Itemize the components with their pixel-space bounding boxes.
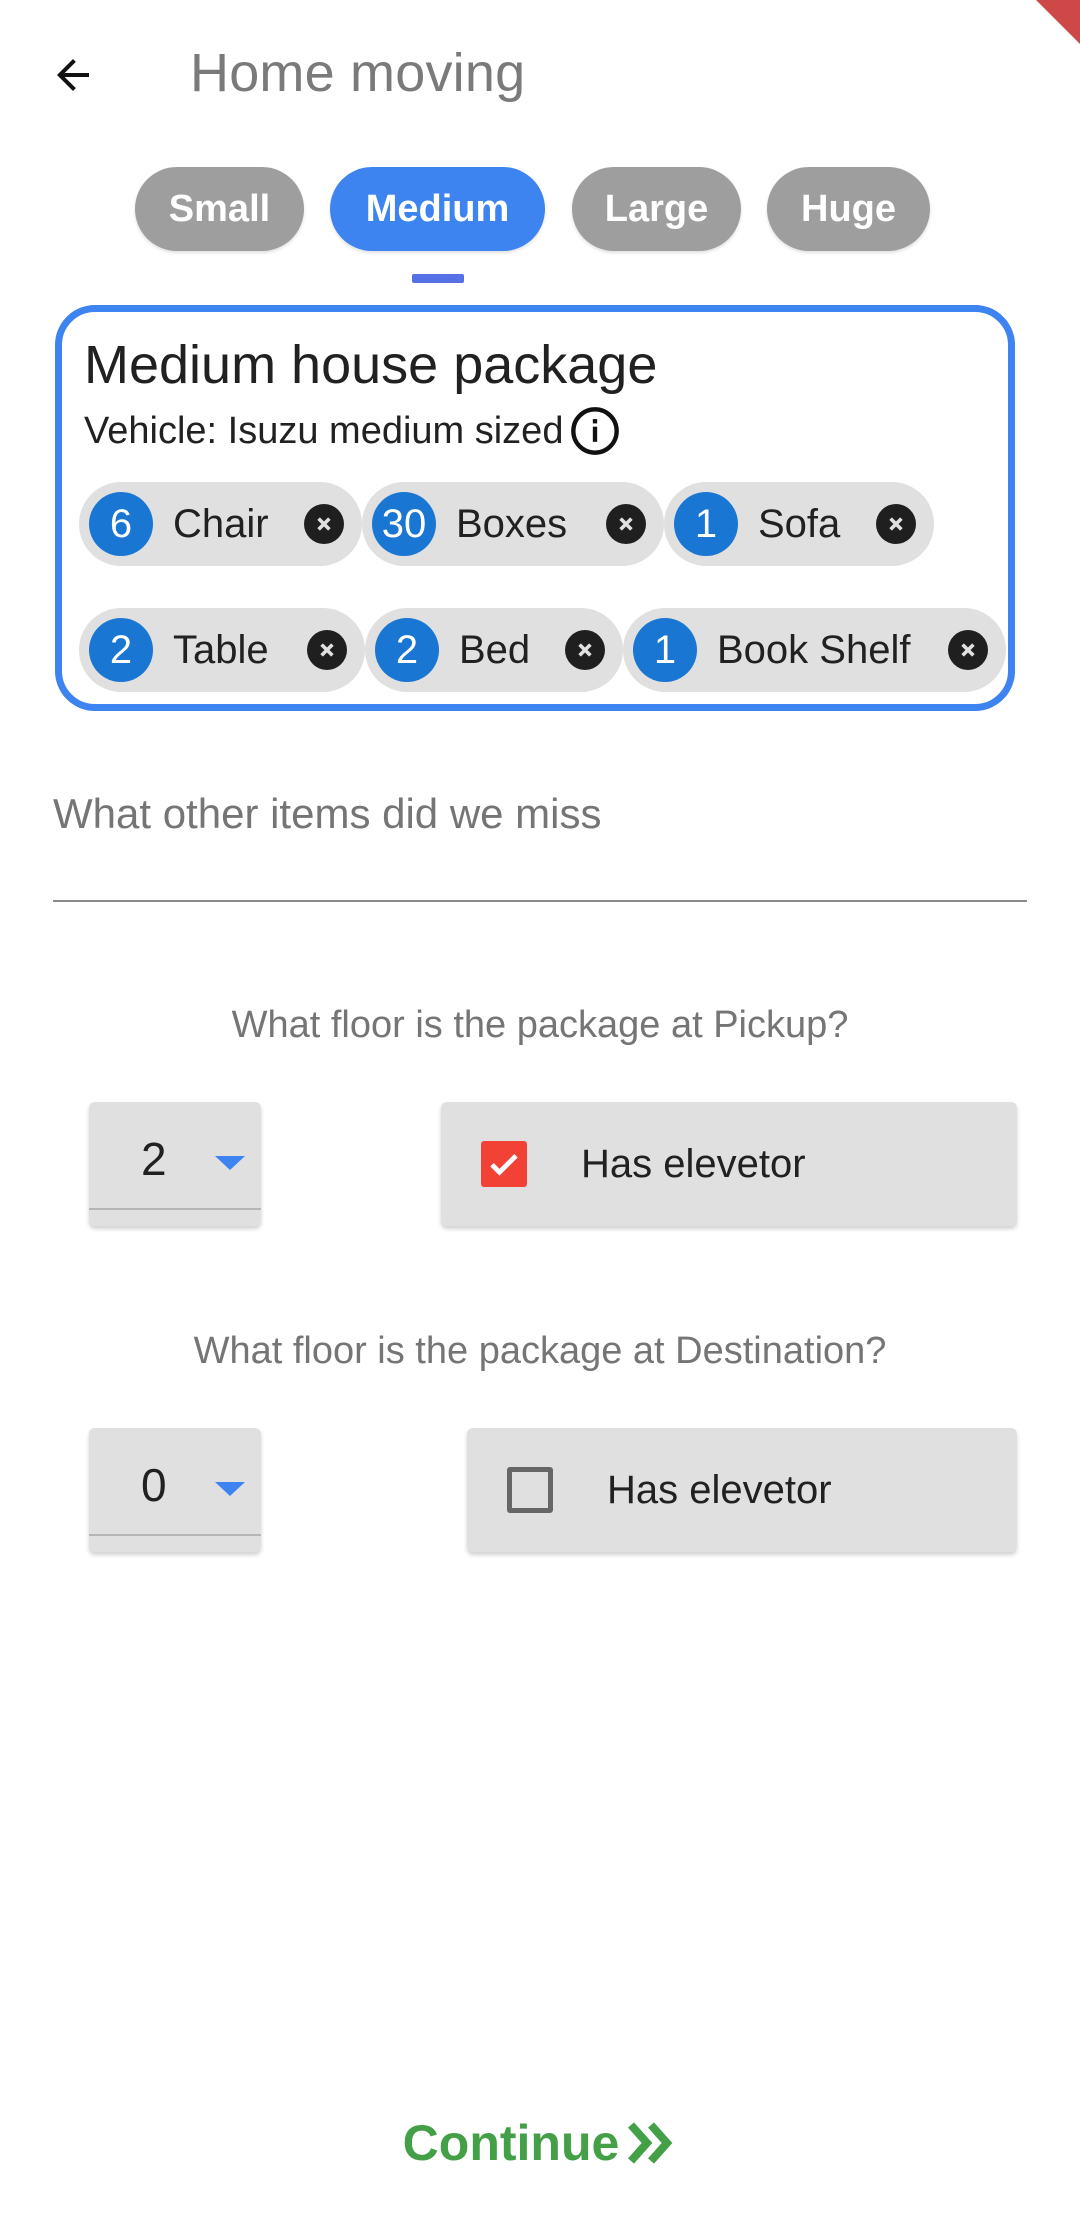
checkmark-icon	[490, 1154, 518, 1176]
chip-count: 1	[674, 492, 738, 556]
tab-huge[interactable]: Huge	[767, 167, 930, 251]
destination-elevator-label: Has elevetor	[607, 1467, 832, 1512]
chip-count: 6	[89, 492, 153, 556]
remove-icon[interactable]	[304, 504, 344, 544]
pickup-elevator-checkbox[interactable]	[481, 1141, 527, 1187]
destination-elevator-checkbox[interactable]	[507, 1467, 553, 1513]
remove-icon[interactable]	[948, 630, 988, 670]
destination-question: What floor is the package at Destination…	[193, 1330, 887, 1372]
dropdown-arrow-icon	[215, 1156, 245, 1170]
chip-label: Book Shelf	[717, 627, 911, 672]
chip-label: Boxes	[456, 501, 568, 546]
other-items-input[interactable]	[53, 778, 1027, 850]
chip-label: Bed	[459, 627, 531, 672]
tab-small[interactable]: Small	[135, 167, 304, 251]
size-tabs: Small Medium Large Huge	[0, 167, 1080, 287]
destination-floor-value: 0	[141, 1459, 167, 1511]
pickup-question: What floor is the package at Pickup?	[231, 1004, 849, 1046]
info-icon[interactable]	[569, 405, 621, 457]
package-card: Medium house package Vehicle: Isuzu medi…	[55, 305, 1015, 711]
chip-count: 30	[372, 492, 436, 556]
remove-icon[interactable]	[606, 504, 646, 544]
tab-indicator	[412, 274, 464, 283]
dropdown-arrow-icon	[215, 1482, 245, 1496]
vehicle-info: Vehicle: Isuzu medium sized	[84, 405, 621, 457]
item-chip-book-shelf[interactable]: 1 Book Shelf	[623, 608, 1006, 692]
chip-label: Sofa	[758, 501, 841, 546]
chip-count: 2	[89, 618, 153, 682]
item-chip-sofa[interactable]: 1 Sofa	[664, 482, 934, 566]
chip-label: Table	[173, 627, 269, 672]
other-items-field	[53, 778, 1027, 902]
pickup-elevator-toggle[interactable]: Has elevetor	[441, 1102, 1017, 1226]
chip-count: 1	[633, 618, 697, 682]
back-button[interactable]	[38, 40, 108, 110]
remove-icon[interactable]	[565, 630, 605, 670]
page-title: Home moving	[190, 43, 526, 103]
destination-floor-dropdown[interactable]: 0	[89, 1428, 261, 1552]
continue-label: Continue	[402, 2115, 620, 2171]
double-chevron-right-icon	[628, 2122, 673, 2164]
arrow-left-icon	[57, 59, 89, 91]
continue-button[interactable]: Continue	[0, 2108, 1080, 2178]
pickup-floor-dropdown[interactable]: 2	[89, 1102, 261, 1226]
remove-icon[interactable]	[876, 504, 916, 544]
dropdown-underline	[89, 1534, 261, 1536]
item-chip-bed[interactable]: 2 Bed	[365, 608, 623, 692]
vehicle-label: Vehicle: Isuzu medium sized	[84, 410, 564, 452]
destination-elevator-toggle[interactable]: Has elevetor	[467, 1428, 1017, 1552]
tab-medium[interactable]: Medium	[330, 167, 545, 251]
item-chip-table[interactable]: 2 Table	[79, 608, 365, 692]
chip-label: Chair	[173, 501, 269, 546]
item-chip-chair[interactable]: 6 Chair	[79, 482, 362, 566]
chip-count: 2	[375, 618, 439, 682]
item-chip-boxes[interactable]: 30 Boxes	[362, 482, 664, 566]
pickup-elevator-label: Has elevetor	[581, 1141, 806, 1186]
pickup-floor-value: 2	[141, 1133, 167, 1185]
package-title: Medium house package	[84, 335, 658, 395]
remove-icon[interactable]	[307, 630, 347, 670]
dropdown-underline	[89, 1208, 261, 1210]
tab-large[interactable]: Large	[572, 167, 741, 251]
app-bar: Home moving	[0, 0, 1080, 146]
